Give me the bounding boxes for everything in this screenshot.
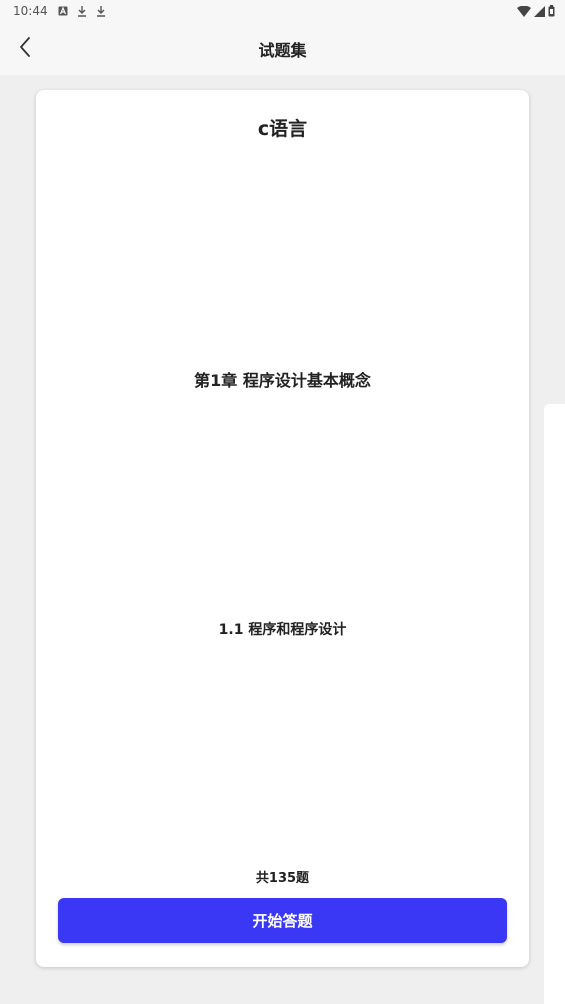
chapter-title: 第1章 程序设计基本概念 (194, 371, 371, 390)
question-count: 共135题 (255, 871, 310, 886)
start-quiz-button[interactable]: 开始答题 (58, 898, 507, 943)
section-title: 1.1 程序和程序设计 (218, 622, 347, 638)
signal-icon (534, 5, 545, 17)
status-bar: 10:44 (0, 0, 565, 22)
status-time: 10:44 (13, 4, 48, 18)
accessibility-icon (58, 6, 68, 16)
wifi-icon (517, 5, 531, 17)
chevron-left-icon (20, 37, 30, 57)
back-button[interactable] (10, 32, 40, 62)
status-notification-icons (58, 5, 106, 17)
app-bar: 试题集 (0, 22, 565, 75)
page-title: 试题集 (258, 40, 307, 60)
next-card-peek[interactable] (544, 404, 565, 1004)
download-icon (96, 6, 105, 17)
status-system-icons (517, 5, 555, 17)
quiz-card: c语言 第1章 程序设计基本概念 1.1 程序和程序设计 共135题 开始答题 (36, 90, 529, 967)
download-icon (77, 6, 86, 17)
subject-title: c语言 (257, 118, 308, 140)
battery-icon (548, 5, 555, 17)
